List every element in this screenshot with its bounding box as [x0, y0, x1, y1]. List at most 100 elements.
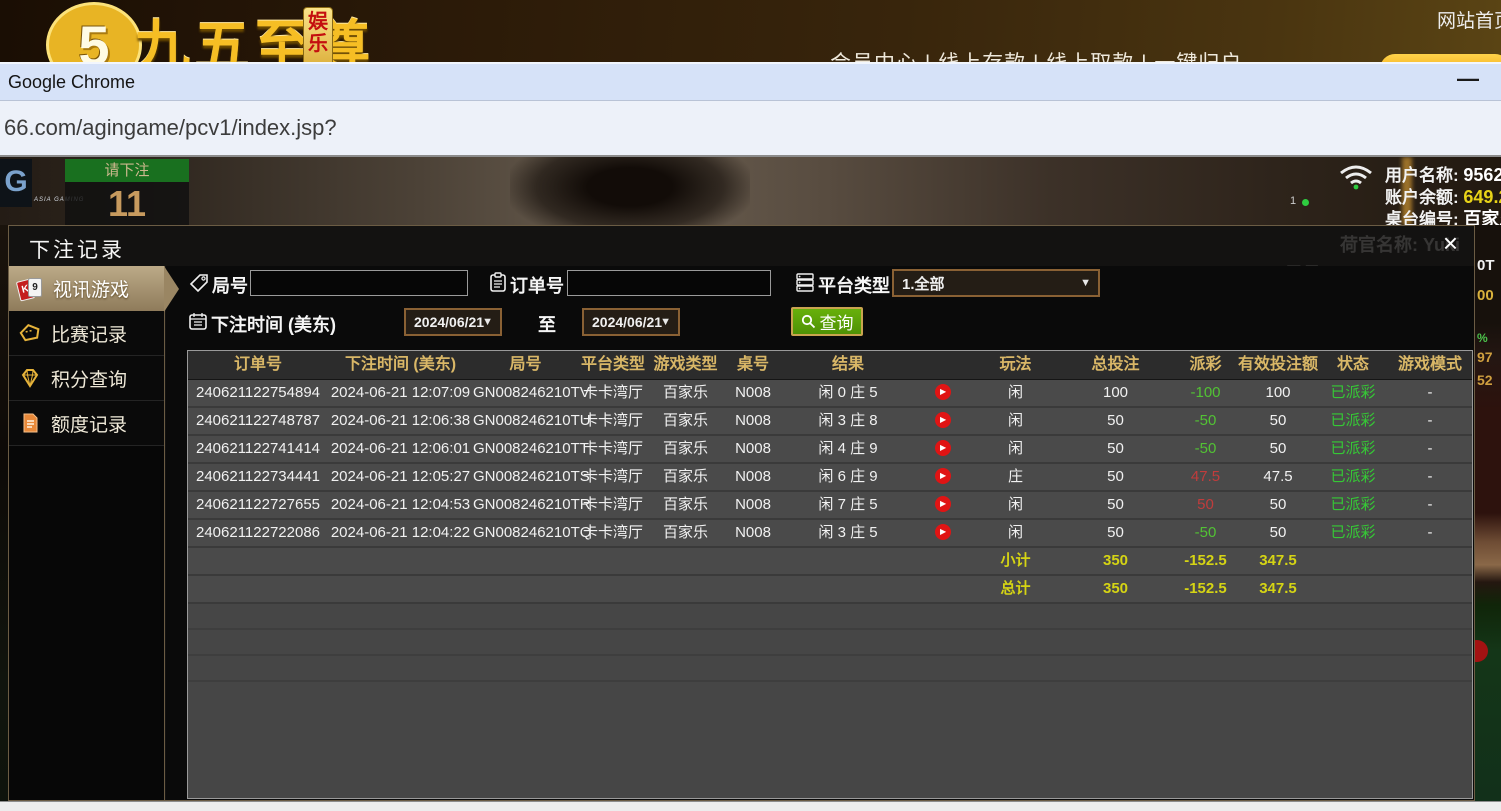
cell-mode: -	[1388, 464, 1472, 490]
table-row: 2406211227220862024-06-21 12:04:22GN0082…	[188, 520, 1472, 548]
bg-round-tail: 0T	[1477, 257, 1495, 274]
cell-order: 240621122722086	[188, 520, 328, 546]
site-logo: 5	[46, 2, 142, 62]
chrome-titlebar: Google Chrome —	[0, 62, 1501, 100]
table-label: 桌台编号:	[1385, 210, 1459, 225]
cell-round: GN008246210TS	[473, 464, 578, 490]
dialog-title: 下注记录	[29, 234, 125, 264]
balance-value: 649.25	[1463, 187, 1501, 207]
bet-records-table: 订单号下注时间 (美东)局号平台类型游戏类型桌号结果玩法总投注派彩有效投注额状态…	[187, 350, 1473, 799]
cell-game: 百家乐	[648, 408, 723, 434]
play-icon[interactable]	[935, 524, 951, 540]
cell-result: 闲 4 庄 9	[783, 436, 913, 462]
cell-valid: 100	[1238, 380, 1318, 406]
cell-status: 已派彩	[1318, 520, 1388, 546]
background-left-strip	[0, 225, 8, 801]
platform-type-select[interactable]: 1.全部	[892, 269, 1100, 297]
play-icon[interactable]	[935, 468, 951, 484]
cell-tableNo: N008	[723, 380, 783, 406]
empty-table-row	[188, 604, 1472, 630]
empty-table-row	[188, 656, 1472, 682]
column-header: 桌号	[723, 351, 783, 379]
date-from-select[interactable]: 2024/06/21	[404, 308, 502, 336]
platform-list-icon	[795, 272, 815, 292]
play-icon[interactable]	[935, 440, 951, 456]
cell-valid: 50	[1238, 520, 1318, 546]
table-row: 2406211227548942024-06-21 12:07:09GN0082…	[188, 380, 1472, 408]
empty-cell	[473, 548, 578, 574]
cell-time: 2024-06-21 12:06:38	[328, 408, 473, 434]
home-link[interactable]: 网站首页	[1437, 6, 1501, 33]
column-header: 局号	[473, 351, 578, 379]
grand-total-row-payout: -152.5	[1173, 576, 1238, 602]
cell-time: 2024-06-21 12:05:27	[328, 464, 473, 490]
order-no-label: 订单号	[510, 272, 564, 298]
column-header: 派彩	[1173, 351, 1238, 379]
bet-records-dialog: 下注记录 × 荷官名称: Yuki 局号: GN008246210T 下注限红:…	[8, 225, 1475, 801]
promo-button[interactable]	[1380, 54, 1501, 62]
sidebar-item-video-games[interactable]: K9 视讯游戏	[9, 266, 164, 311]
address-text[interactable]: 66.com/agingame/pcv1/index.jsp?	[4, 115, 337, 141]
play-replay-button[interactable]	[913, 464, 973, 490]
column-header: 玩法	[973, 351, 1058, 379]
cell-total: 50	[1058, 408, 1173, 434]
cell-total: 50	[1058, 436, 1173, 462]
play-replay-button[interactable]	[913, 380, 973, 406]
wifi-icon	[1337, 163, 1375, 191]
cell-mode: -	[1388, 436, 1472, 462]
top-nav-links[interactable]: 会员中心 | 线上存款 | 线上取款 | 一键归户	[830, 47, 1242, 62]
search-icon	[801, 314, 816, 329]
cell-status: 已派彩	[1318, 492, 1388, 518]
column-header: 结果	[783, 351, 913, 379]
column-header: 游戏模式	[1388, 351, 1472, 379]
table-row: 2406211227414142024-06-21 12:06:01GN0082…	[188, 436, 1472, 464]
minimize-icon[interactable]: —	[1457, 66, 1479, 92]
cell-round: GN008246210TT	[473, 436, 578, 462]
cell-mode: -	[1388, 492, 1472, 518]
empty-cell	[578, 548, 648, 574]
play-replay-button[interactable]	[913, 408, 973, 434]
sidebar-item-points-query[interactable]: 积分查询	[9, 356, 164, 401]
cell-tableNo: N008	[723, 436, 783, 462]
seat-number: 1	[1290, 195, 1296, 207]
round-no-input[interactable]	[250, 270, 468, 296]
dialog-content: 局号 订单号 平台类型 1.全部 下注时间 (美东) 2024/06/21 至	[166, 266, 1474, 800]
cell-bet: 庄	[973, 464, 1058, 490]
play-replay-button[interactable]	[913, 436, 973, 462]
empty-cell	[783, 576, 913, 602]
play-replay-button[interactable]	[913, 520, 973, 546]
search-button[interactable]: 查询	[791, 307, 863, 336]
play-icon[interactable]	[935, 496, 951, 512]
username-value: 956273770	[1463, 165, 1501, 185]
bet-time-label: 下注时间 (美东)	[211, 311, 336, 337]
cell-tableNo: N008	[723, 492, 783, 518]
cell-valid: 50	[1238, 408, 1318, 434]
close-icon[interactable]: ×	[1443, 230, 1458, 256]
cell-tableNo: N008	[723, 520, 783, 546]
platform-type-label: 平台类型	[818, 272, 890, 298]
cell-result: 闲 3 庄 5	[783, 520, 913, 546]
play-replay-button[interactable]	[913, 492, 973, 518]
column-header: 总投注	[1058, 351, 1173, 379]
cell-mode: -	[1388, 380, 1472, 406]
sidebar-item-label: 额度记录	[51, 410, 127, 437]
cell-platform: 卡卡湾厅	[578, 492, 648, 518]
cell-result: 闲 3 庄 8	[783, 408, 913, 434]
play-icon[interactable]	[935, 412, 951, 428]
cell-platform: 卡卡湾厅	[578, 408, 648, 434]
clipboard-icon	[488, 272, 508, 292]
cards-icon: K9	[18, 276, 44, 302]
cell-result: 闲 6 庄 9	[783, 464, 913, 490]
date-to-select[interactable]: 2024/06/21	[582, 308, 680, 336]
sidebar-item-quota-records[interactable]: 额度记录	[9, 401, 164, 446]
url-bar: 66.com/agingame/pcv1/index.jsp?	[0, 100, 1501, 157]
play-icon[interactable]	[935, 384, 951, 400]
column-header: 平台类型	[578, 351, 648, 379]
sidebar-item-match-records[interactable]: 比赛记录	[9, 311, 164, 356]
cell-result: 闲 7 庄 5	[783, 492, 913, 518]
order-no-input[interactable]	[567, 270, 771, 296]
cell-mode: -	[1388, 520, 1472, 546]
brand-title: 九五至尊	[134, 2, 374, 62]
cell-platform: 卡卡湾厅	[578, 436, 648, 462]
cell-status: 已派彩	[1318, 380, 1388, 406]
